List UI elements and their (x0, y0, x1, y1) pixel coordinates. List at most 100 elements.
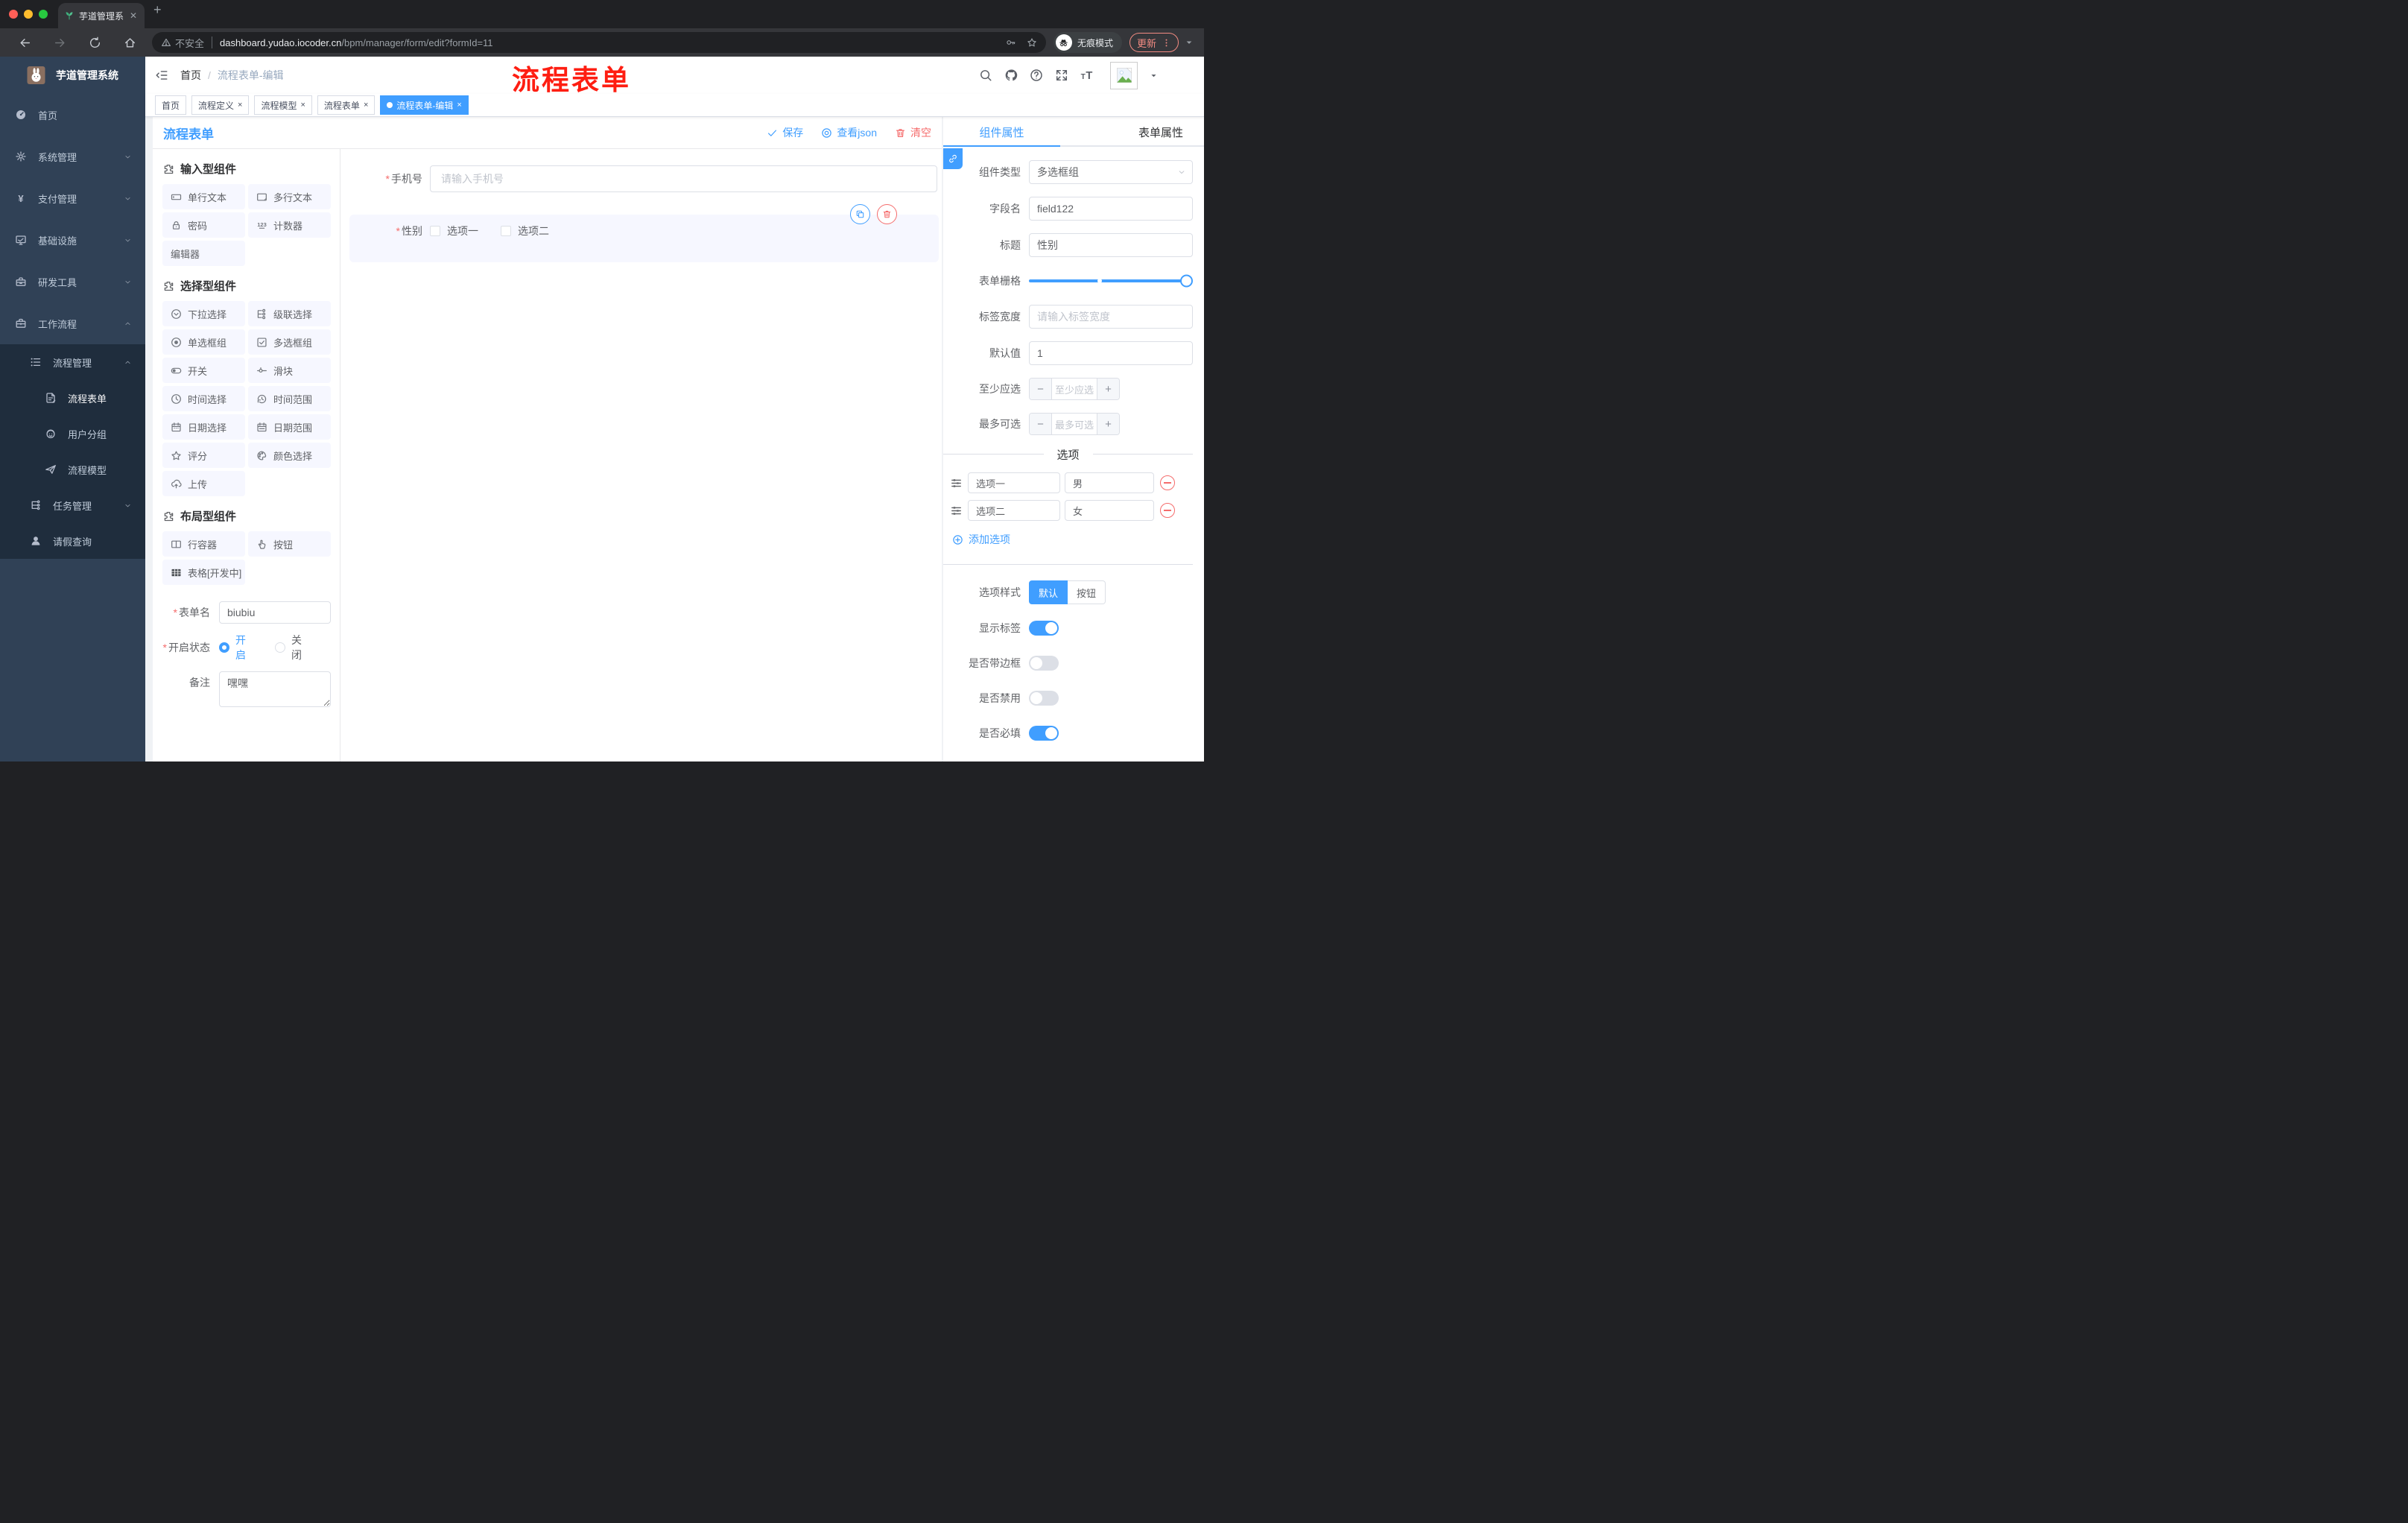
component-type-select[interactable]: 多选框组 (1029, 160, 1193, 184)
browser-menu-dots-icon[interactable] (1162, 38, 1171, 48)
palette-item-multi-text[interactable]: 多行文本 (248, 184, 331, 209)
sidebar-item-infra[interactable]: 基础设施 (0, 219, 145, 261)
label-width-input[interactable] (1029, 305, 1193, 329)
field-name-input[interactable] (1029, 197, 1193, 221)
drag-handle-icon[interactable] (950, 504, 963, 517)
tab-close-icon[interactable]: ✕ (128, 10, 139, 21)
tag-close-icon[interactable]: × (457, 101, 461, 110)
avatar-caret-icon[interactable] (1150, 72, 1158, 80)
profile-caret-icon[interactable] (1185, 38, 1194, 47)
palette-item-time-range[interactable]: 时间范围 (248, 386, 331, 411)
avatar[interactable] (1110, 61, 1138, 89)
logo[interactable]: 芋道管理系统 (0, 57, 145, 94)
sidebar-item-payment[interactable]: ¥ 支付管理 (0, 177, 145, 219)
palette-item-date-picker[interactable]: 日期选择 (162, 414, 245, 440)
palette-item-dropdown[interactable]: 下拉选择 (162, 301, 245, 326)
palette-item-date-range[interactable]: 日期范围 (248, 414, 331, 440)
tag-process-form-edit[interactable]: 流程表单-编辑 × (380, 95, 469, 115)
font-size-icon[interactable]: TT (1080, 69, 1094, 82)
tag-close-icon[interactable]: × (238, 101, 242, 110)
bookmark-star-icon[interactable] (1027, 37, 1037, 48)
delete-component-button[interactable] (877, 204, 897, 224)
style-button-button[interactable]: 按钮 (1068, 580, 1106, 604)
gender-option-1-checkbox[interactable]: 选项一 (430, 224, 478, 238)
stepper-plus-button[interactable] (1097, 379, 1119, 399)
default-value-input[interactable] (1029, 341, 1193, 365)
stepper-placeholder[interactable]: 最多可选 (1052, 414, 1097, 434)
tag-process-model[interactable]: 流程模型 × (254, 95, 312, 115)
palette-item-table[interactable]: 表格[开发中] (162, 560, 245, 585)
sidebar-item-process-model[interactable]: 流程模型 (0, 452, 145, 487)
palette-item-button[interactable]: 按钮 (248, 531, 331, 557)
required-toggle[interactable] (1029, 726, 1059, 741)
sidebar-fold-icon[interactable] (155, 69, 168, 82)
tag-home[interactable]: 首页 (155, 95, 187, 115)
sidebar-item-devtools[interactable]: 研发工具 (0, 261, 145, 303)
stepper-minus-button[interactable] (1030, 379, 1052, 399)
status-off-radio[interactable]: 关闭 (275, 633, 308, 662)
palette-item-upload[interactable]: 上传 (162, 471, 245, 496)
palette-item-slider[interactable]: 滑块 (248, 358, 331, 383)
password-key-icon[interactable] (1006, 37, 1016, 48)
style-default-button[interactable]: 默认 (1029, 580, 1068, 604)
phone-field[interactable]: * 手机号 (340, 165, 937, 192)
sidebar-item-system[interactable]: 系统管理 (0, 136, 145, 177)
back-icon[interactable] (19, 37, 31, 49)
home-icon[interactable] (124, 37, 136, 49)
option-2-value-input[interactable] (1065, 500, 1154, 521)
copy-component-button[interactable] (850, 204, 870, 224)
form-canvas[interactable]: *手机号 *性别 选项一 (340, 149, 942, 762)
github-icon[interactable] (1004, 69, 1018, 82)
palette-item-single-text[interactable]: 单行文本 (162, 184, 245, 209)
address-bar[interactable]: 不安全 dashboard.yudao.iocoder.cn /bpm/mana… (152, 32, 1046, 53)
sidebar-item-workflow[interactable]: 工作流程 (0, 303, 145, 344)
palette-item-color-picker[interactable]: 颜色选择 (248, 443, 331, 468)
browser-tab[interactable]: 芋道管理系统 ✕ (58, 3, 145, 28)
form-name-input[interactable] (219, 601, 331, 624)
view-json-button[interactable]: 查看json (821, 125, 877, 140)
sidebar-item-process-form[interactable]: 流程表单 (0, 380, 145, 416)
tag-close-icon[interactable]: × (300, 101, 305, 110)
palette-item-cascader[interactable]: 级联选择 (248, 301, 331, 326)
palette-item-counter[interactable]: 123 计数器 (248, 212, 331, 238)
reload-icon[interactable] (89, 37, 101, 49)
tag-process-definition[interactable]: 流程定义 × (191, 95, 250, 115)
option-2-name-input[interactable] (968, 500, 1060, 521)
palette-item-editor[interactable]: 编辑器 (162, 241, 245, 266)
search-icon[interactable] (979, 69, 992, 82)
palette-item-radio-group[interactable]: 单选框组 (162, 329, 245, 355)
remove-option-button[interactable] (1160, 475, 1175, 490)
palette-item-password[interactable]: 密码 (162, 212, 245, 238)
clear-button[interactable]: 清空 (895, 125, 931, 140)
maximize-window-button[interactable] (39, 10, 48, 19)
palette-item-checkbox-group[interactable]: 多选框组 (248, 329, 331, 355)
sidebar-item-leave-query[interactable]: 请假查询 (0, 523, 145, 559)
link-tab-button[interactable] (943, 148, 963, 169)
save-button[interactable]: 保存 (767, 125, 803, 140)
form-remark-textarea[interactable]: 嘿嘿 (219, 671, 331, 707)
forward-icon[interactable] (54, 37, 66, 49)
border-toggle[interactable] (1029, 656, 1059, 671)
sidebar-item-task-mgmt[interactable]: 任务管理 (0, 487, 145, 523)
remove-option-button[interactable] (1160, 503, 1175, 518)
stepper-placeholder[interactable]: 至少应选 (1052, 379, 1097, 399)
show-label-toggle[interactable] (1029, 621, 1059, 636)
tab-component-props[interactable]: 组件属性 (943, 117, 1060, 147)
tag-process-form[interactable]: 流程表单 × (317, 95, 376, 115)
update-button[interactable]: 更新 (1129, 33, 1179, 52)
new-tab-button[interactable]: + (153, 3, 162, 16)
option-1-name-input[interactable] (968, 472, 1060, 493)
add-option-button[interactable]: 添加选项 (952, 532, 1193, 547)
close-window-button[interactable] (9, 10, 18, 19)
selected-gender-component[interactable]: * 性别 选项一 选项二 (349, 204, 939, 262)
sidebar-item-home[interactable]: 首页 (0, 94, 145, 136)
help-icon[interactable] (1030, 69, 1043, 82)
sidebar-item-user-group[interactable]: 用户分组 (0, 416, 145, 452)
drag-handle-icon[interactable] (950, 477, 963, 490)
palette-item-rate[interactable]: 评分 (162, 443, 245, 468)
minimize-window-button[interactable] (24, 10, 33, 19)
grid-slider[interactable] (1029, 274, 1193, 288)
title-input[interactable] (1029, 233, 1193, 257)
disabled-toggle[interactable] (1029, 691, 1059, 706)
breadcrumb-home[interactable]: 首页 (180, 68, 201, 83)
